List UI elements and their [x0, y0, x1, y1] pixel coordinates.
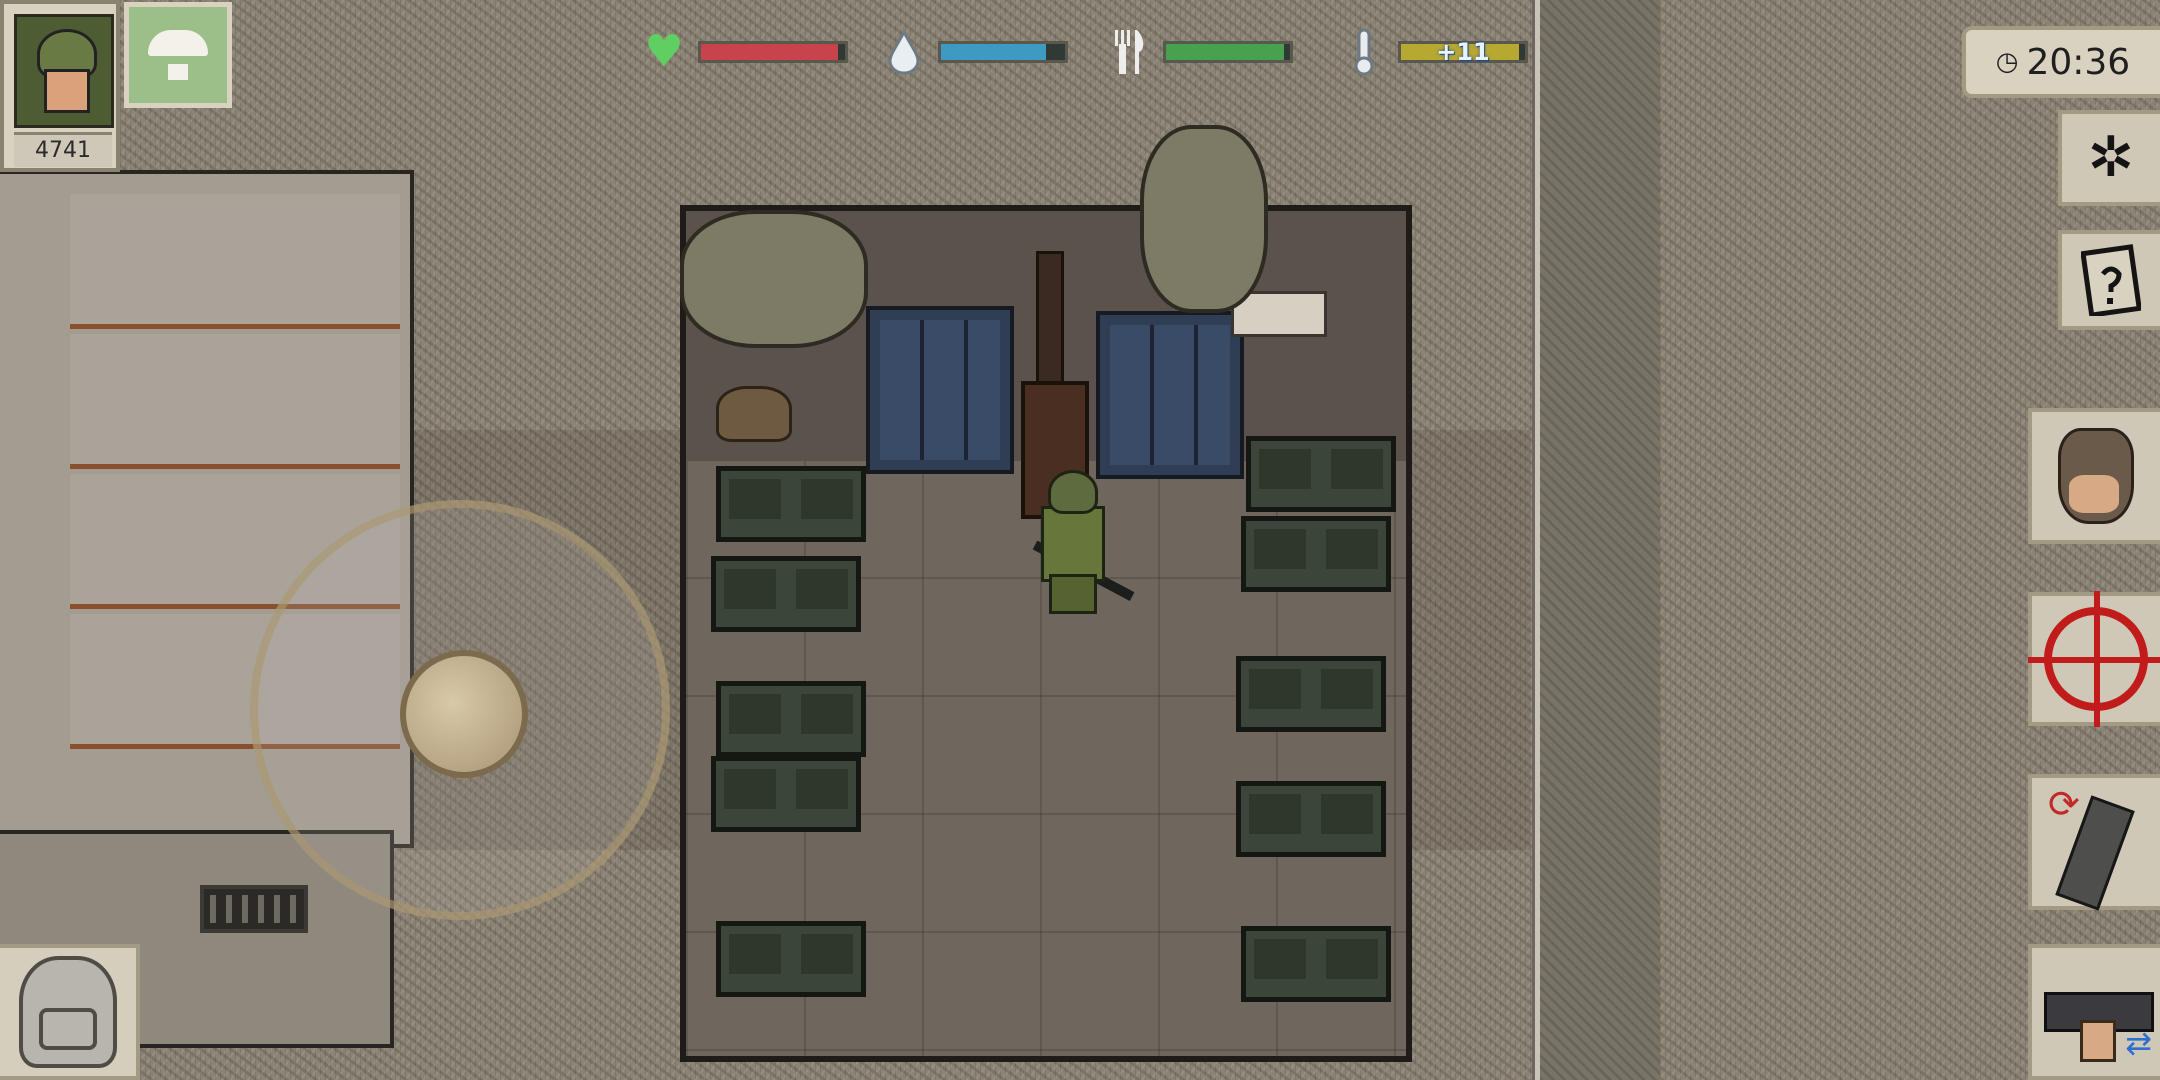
road: [1540, 0, 1660, 1080]
fork-knife-icon: [1105, 28, 1153, 76]
reload-icon: ⟳: [2048, 782, 2144, 911]
bed[interactable]: [1236, 781, 1386, 857]
hunger-bar-fill: [1166, 44, 1284, 60]
zombie[interactable]: [680, 210, 868, 348]
health-stat: ♥: [640, 24, 848, 80]
game-clock: ◷ 20:36: [1962, 26, 2160, 98]
locker[interactable]: [866, 306, 1014, 474]
health-bar: [698, 41, 848, 63]
bed[interactable]: [711, 756, 861, 832]
hunger-bar: [1163, 41, 1293, 63]
thirst-bar: [938, 41, 1068, 63]
interact-button[interactable]: [2028, 408, 2160, 544]
zombie[interactable]: [1140, 125, 1268, 313]
settings-button[interactable]: ✲: [2058, 110, 2160, 206]
stove-pipe: [1036, 251, 1064, 397]
player-helmet: [1048, 470, 1098, 514]
bed[interactable]: [1241, 516, 1391, 592]
hand-icon: [2058, 428, 2134, 524]
bed[interactable]: [716, 921, 866, 997]
temperature-value: +11: [1436, 38, 1490, 66]
bed[interactable]: [1241, 926, 1391, 1002]
inventory-button[interactable]: [0, 944, 140, 1080]
avatar: [14, 14, 114, 128]
player-portrait[interactable]: 4741: [0, 0, 120, 172]
temperature-bar: +11: [1398, 38, 1528, 66]
clock-icon: ◷: [1995, 47, 2019, 77]
roof-panel: [70, 334, 400, 469]
parachute-icon: [148, 30, 208, 80]
weapon-swap-icon: ⇄: [2040, 962, 2154, 1062]
player-score: 4741: [14, 132, 112, 167]
notepad-icon: [2080, 240, 2143, 320]
aim-button[interactable]: [2028, 591, 2160, 727]
crosshair-icon: [2028, 591, 2160, 727]
supply-sack[interactable]: [716, 386, 792, 442]
player-body: [1041, 506, 1105, 582]
temperature-stat: +11: [1340, 24, 1528, 80]
clock-time: 20:36: [2026, 41, 2131, 83]
bed[interactable]: [1246, 436, 1396, 512]
thermometer-icon: [1340, 28, 1388, 76]
quests-button[interactable]: [2058, 230, 2160, 330]
house-window: [200, 885, 308, 933]
reload-button[interactable]: ⟳: [2028, 774, 2160, 911]
airdrop-button[interactable]: [124, 2, 232, 108]
roof-panel: [70, 194, 400, 329]
backpack-icon: [19, 956, 117, 1068]
bed[interactable]: [1236, 656, 1386, 732]
heart-icon: ♥: [644, 26, 684, 77]
locker[interactable]: [1096, 311, 1244, 479]
switch-weapon-button[interactable]: ⇄: [2028, 944, 2160, 1080]
bed[interactable]: [716, 681, 866, 757]
bed[interactable]: [716, 466, 866, 542]
joystick-knob[interactable]: [400, 650, 528, 778]
hunger-stat: [1105, 24, 1293, 80]
bed[interactable]: [711, 556, 861, 632]
player-legs: [1049, 574, 1097, 614]
player-character: [1032, 470, 1135, 614]
gear-icon: ✲: [2087, 125, 2135, 190]
water-drop-icon: [880, 28, 928, 76]
thirst-bar-fill: [941, 44, 1047, 60]
thirst-stat: [880, 24, 1068, 80]
health-bar-fill: [701, 44, 838, 60]
